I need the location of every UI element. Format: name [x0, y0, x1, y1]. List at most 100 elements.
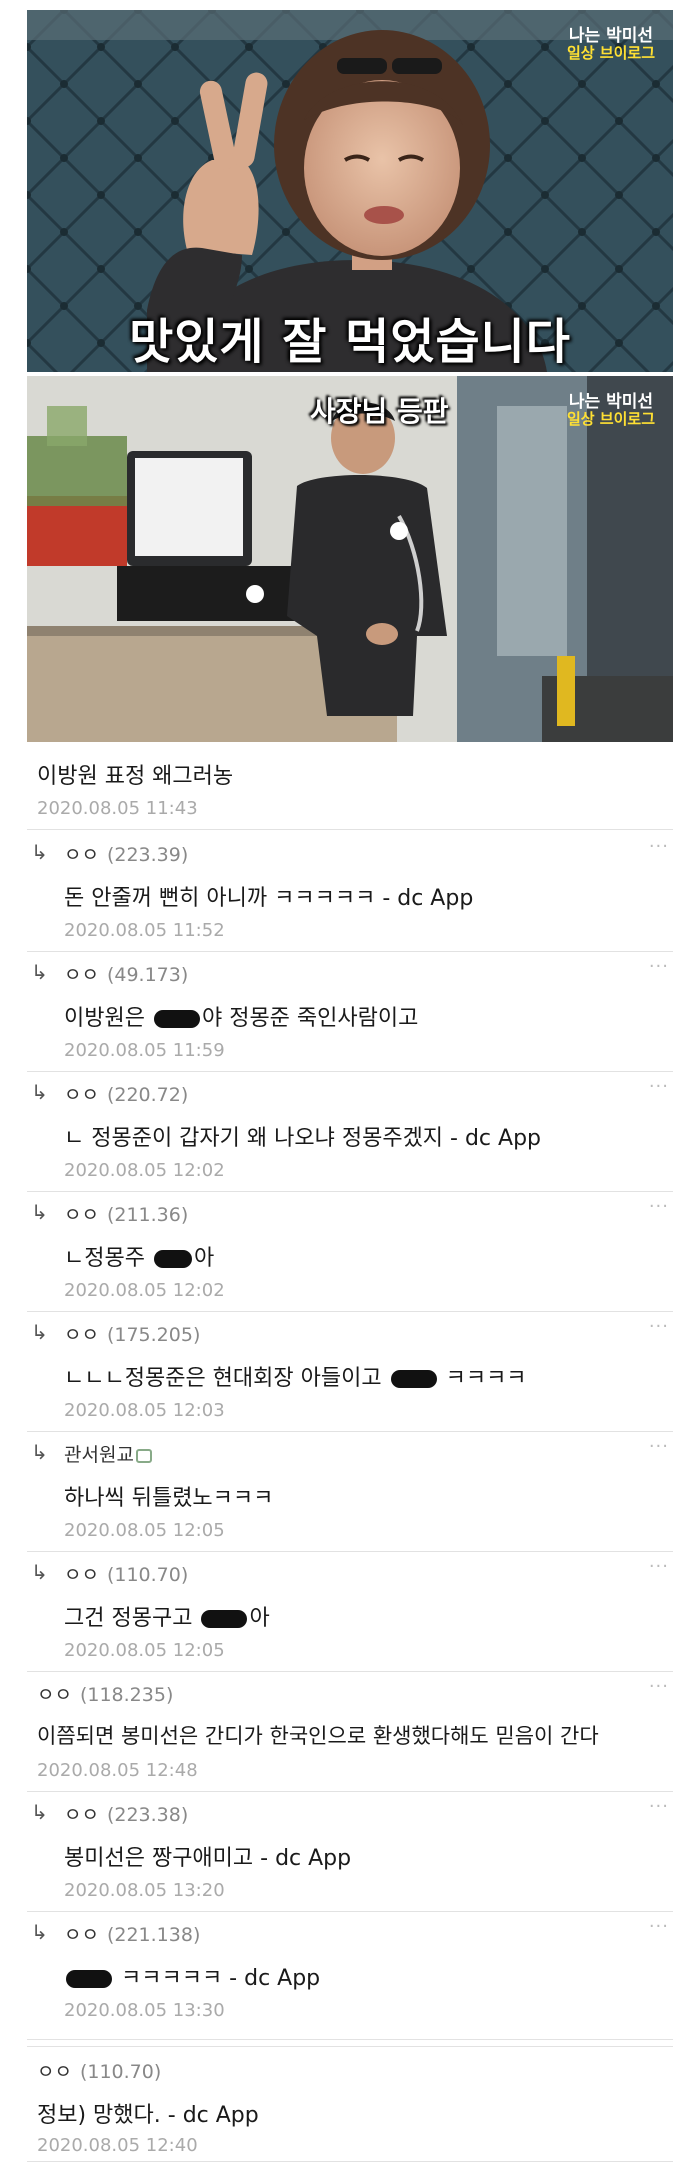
- censor-blot: [201, 1610, 248, 1628]
- more-dots-icon[interactable]: ···: [649, 1676, 669, 1697]
- comment-ip: (175.205): [106, 1324, 201, 1346]
- more-dots-icon[interactable]: ···: [649, 1556, 669, 1577]
- body-text-post: 아: [249, 1606, 270, 1631]
- reply-arrow-icon: ↳: [31, 1200, 48, 1224]
- body-text-post: ㅋㅋㅋㅋ: [438, 1366, 527, 1391]
- more-dots-icon[interactable]: ···: [649, 836, 669, 857]
- comment-body: ㄴ 정몽준이 갑자기 왜 나오냐 정몽주겠지 - dc App: [64, 1126, 542, 1151]
- more-dots-icon[interactable]: ···: [649, 956, 669, 977]
- comment-body: 돈 안줄꺼 뻔히 아니까 ㅋㅋㅋㅋㅋ - dc App: [64, 886, 474, 911]
- body-text-pre: 그건 정몽구고: [64, 1606, 200, 1631]
- comment-ip: (223.39): [106, 844, 189, 866]
- body-text-post: 야 정몽준 죽인사람이고: [201, 1006, 419, 1031]
- comment-date: 2020.08.05 12:02: [64, 1280, 225, 1301]
- channel-subtitle: 일상 브이로그: [566, 43, 655, 62]
- comment-nick[interactable]: ㅇㅇ: [64, 1324, 99, 1346]
- comment-date: 2020.08.05 11:59: [64, 1040, 225, 1061]
- comment-nick[interactable]: 관서원교: [64, 1444, 134, 1466]
- comment-nick[interactable]: ㅇㅇ: [37, 1684, 72, 1706]
- comment-date: 2020.08.05 13:20: [64, 1880, 225, 1901]
- reply-item: ↳ ㅇㅇ (110.70) ··· 그건 정몽구고 아 2020.08.05 12…: [27, 1556, 673, 1672]
- reply-item: ↳ ㅇㅇ (211.36) ··· ㄴ정몽주 아 2020.08.05 12:02: [27, 1196, 673, 1312]
- comment-date: 2020.08.05 12:05: [64, 1640, 225, 1661]
- reply-arrow-icon: ↳: [31, 840, 48, 864]
- comment-ip: (221.138): [106, 1924, 201, 1946]
- comment-meta: ㅇㅇ (175.205): [64, 1320, 200, 1347]
- comment-ip: (110.70): [106, 1564, 189, 1586]
- comment-nick[interactable]: ㅇㅇ: [64, 1204, 99, 1226]
- comment-date: 2020.08.05 11:43: [37, 798, 198, 819]
- video-frame-2: 나는 박미선 일상 브이로그 사장님 등판: [27, 376, 673, 742]
- comment-body: 이방원은 야 정몽준 죽인사람이고: [64, 1000, 418, 1032]
- reply-arrow-icon: ↳: [31, 1800, 48, 1824]
- reply-arrow-icon: ↳: [31, 1440, 48, 1464]
- comment-ip: (220.72): [106, 1084, 189, 1106]
- comment-ip: (211.36): [106, 1204, 189, 1226]
- comment-item: ㅇㅇ (110.70) 정보) 망했다. - dc App 2020.08.05 …: [27, 2046, 673, 2162]
- comment-meta: ㅇㅇ (49.173): [64, 960, 188, 987]
- channel-subtitle-2: 일상 브이로그: [566, 409, 655, 428]
- comment-ip: (118.235): [79, 1684, 174, 1706]
- comment-meta: ㅇㅇ (118.235): [37, 1680, 173, 1707]
- channel-tag-2: 나는 박미선 일상 브이로그: [566, 393, 655, 428]
- comment-meta: ㅇㅇ (220.72): [64, 1080, 188, 1107]
- comment-nick[interactable]: ㅇㅇ: [64, 844, 99, 866]
- reply-item: ↳ ㅇㅇ (175.205) ··· ㄴㄴㄴ정몽준은 현대회장 아들이고 ㅋㅋㅋㅋ…: [27, 1316, 673, 1432]
- comment-nick[interactable]: ㅇㅇ: [64, 1924, 99, 1946]
- comment-body: 정보) 망했다. - dc App: [37, 2103, 259, 2128]
- comment-nick[interactable]: ㅇㅇ: [64, 964, 99, 986]
- reply-item: ↳ ㅇㅇ (220.72) ··· ㄴ 정몽준이 갑자기 왜 나오냐 정몽주겠지 …: [27, 1076, 673, 1192]
- more-dots-icon[interactable]: ···: [649, 1196, 669, 1217]
- comment-body: 그건 정몽구고 아: [64, 1600, 270, 1632]
- body-text-pre: 이방원은: [64, 1006, 152, 1031]
- comment-body: ㄴㄴㄴ정몽준은 현대회장 아들이고 ㅋㅋㅋㅋ: [64, 1360, 527, 1392]
- comment-nick[interactable]: ㅇㅇ: [37, 2061, 72, 2083]
- censor-blot: [66, 1970, 112, 1988]
- comment-nick[interactable]: ㅇㅇ: [64, 1804, 99, 1826]
- comment-ip: (49.173): [106, 964, 189, 986]
- reply-item: ↳ ㅇㅇ (223.39) ··· 돈 안줄꺼 뻔히 아니까 ㅋㅋㅋㅋㅋ - dc…: [27, 836, 673, 952]
- comment-body: 이방원 표정 왜그러농: [37, 764, 234, 789]
- comment-date: 2020.08.05 12:03: [64, 1400, 225, 1421]
- comment-item: 이방원 표정 왜그러농 2020.08.05 11:43: [27, 748, 673, 830]
- censor-blot: [153, 1250, 192, 1268]
- reply-arrow-icon: ↳: [31, 1080, 48, 1104]
- comment-date: 2020.08.05 12:40: [37, 2135, 198, 2156]
- censor-blot: [390, 1370, 437, 1388]
- body-text-pre: ㄴㄴㄴ정몽준은 현대회장 아들이고: [64, 1366, 389, 1391]
- reply-item: ↳ 관서원교 ··· 하나씩 뒤틀렸노ㅋㅋㅋ 2020.08.05 12:05: [27, 1436, 673, 1552]
- comment-nick[interactable]: ㅇㅇ: [64, 1564, 99, 1586]
- reply-item: ↳ ㅇㅇ (49.173) ··· 이방원은 야 정몽준 죽인사람이고 2020.…: [27, 956, 673, 1072]
- reply-item: ↳ ㅇㅇ (221.138) ··· ㅋㅋㅋㅋㅋ - dc App 2020.08…: [27, 1916, 673, 2040]
- video-frame-2-image: [27, 376, 673, 742]
- comment-date: 2020.08.05 13:30: [64, 2000, 225, 2021]
- comment-meta: ㅇㅇ (223.39): [64, 840, 188, 867]
- more-dots-icon[interactable]: ···: [649, 1316, 669, 1337]
- frame2-caption: 사장님 등판: [310, 395, 449, 428]
- comment-ip: (223.38): [106, 1804, 189, 1826]
- comment-item: ㅇㅇ (118.235) ··· 이쯤되면 봉미선은 간디가 한국인으로 환생했다…: [27, 1676, 673, 1792]
- certified-badge-icon: [135, 1448, 152, 1463]
- reply-arrow-icon: ↳: [31, 1920, 48, 1944]
- frame1-caption: 맛있게 잘 먹었습니다: [129, 314, 571, 370]
- comment-nick[interactable]: ㅇㅇ: [64, 1084, 99, 1106]
- comment-meta: ㅇㅇ (211.36): [64, 1200, 188, 1227]
- more-dots-icon[interactable]: ···: [649, 1076, 669, 1097]
- comment-meta: ㅇㅇ (110.70): [64, 1560, 188, 1587]
- comment-meta: ㅇㅇ (221.138): [64, 1920, 200, 1947]
- channel-tag: 나는 박미선 일상 브이로그: [566, 27, 655, 62]
- more-dots-icon[interactable]: ···: [649, 1796, 669, 1817]
- comment-date: 2020.08.05 12:48: [37, 1760, 198, 1781]
- more-dots-icon[interactable]: ···: [649, 1916, 669, 1937]
- body-text-post: 아: [193, 1246, 215, 1271]
- comment-body: ㄴ정몽주 아: [64, 1240, 214, 1272]
- comment-body: ㅋㅋㅋㅋㅋ - dc App: [64, 1960, 320, 1992]
- video-frame-1: 나는 박미선 일상 브이로그 맛있게 잘 먹었습니다: [27, 10, 673, 372]
- reply-arrow-icon: ↳: [31, 960, 48, 984]
- comment-meta: ㅇㅇ (223.38): [64, 1800, 188, 1827]
- comment-ip: (110.70): [79, 2061, 162, 2083]
- more-dots-icon[interactable]: ···: [649, 1436, 669, 1457]
- body-text-post: ㅋㅋㅋㅋㅋ - dc App: [114, 1966, 321, 1991]
- reply-item: ↳ ㅇㅇ (223.38) ··· 봉미선은 짱구애미고 - dc App 202…: [27, 1796, 673, 1912]
- comment-body: 봉미선은 짱구애미고 - dc App: [64, 1846, 352, 1871]
